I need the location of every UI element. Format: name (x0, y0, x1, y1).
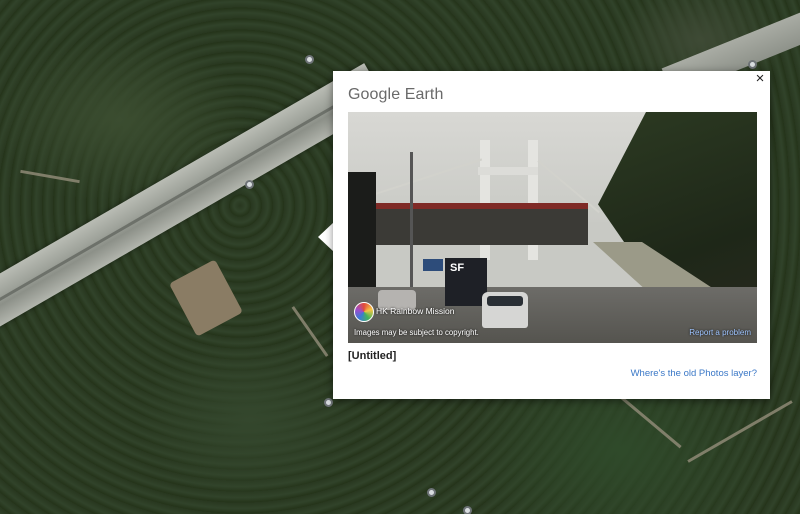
photo-pin-icon[interactable] (305, 55, 314, 64)
car (482, 292, 528, 328)
truck: SF (445, 258, 487, 306)
photo-info-card: × Google Earth SF HK Rainbow Mission Ima… (333, 71, 770, 399)
road-sign (423, 259, 443, 271)
trail (618, 394, 682, 449)
trail (687, 400, 793, 463)
photo-pin-icon[interactable] (748, 60, 757, 69)
photo-pin-icon[interactable] (245, 180, 254, 189)
copyright-notice: Images may be subject to copyright. (354, 328, 479, 337)
old-photos-layer-link[interactable]: Where's the old Photos layer? (631, 368, 757, 379)
toll-building (168, 259, 244, 337)
photo-preview[interactable]: SF HK Rainbow Mission Images may be subj… (348, 112, 757, 343)
light-pole (410, 152, 413, 292)
car-window (487, 296, 523, 306)
overpass-rail (348, 203, 588, 209)
rainbow-avatar[interactable] (354, 302, 374, 322)
truck-logo: SF (450, 262, 465, 274)
photo-owner-name[interactable]: HK Rainbow Mission (376, 306, 454, 316)
trail (291, 306, 329, 357)
overpass (348, 205, 588, 245)
bridge-tower-crossbeam (478, 167, 538, 175)
report-problem-link[interactable]: Report a problem (689, 328, 751, 337)
card-pointer (318, 222, 334, 252)
photo-pin-icon[interactable] (324, 398, 333, 407)
photo-pin-icon[interactable] (427, 488, 436, 497)
close-icon[interactable]: × (753, 71, 767, 86)
photo-pin-icon[interactable] (463, 506, 472, 514)
google-earth-logo: Google Earth (348, 86, 444, 103)
trail (20, 169, 80, 184)
photo-title: [Untitled] (348, 350, 397, 362)
